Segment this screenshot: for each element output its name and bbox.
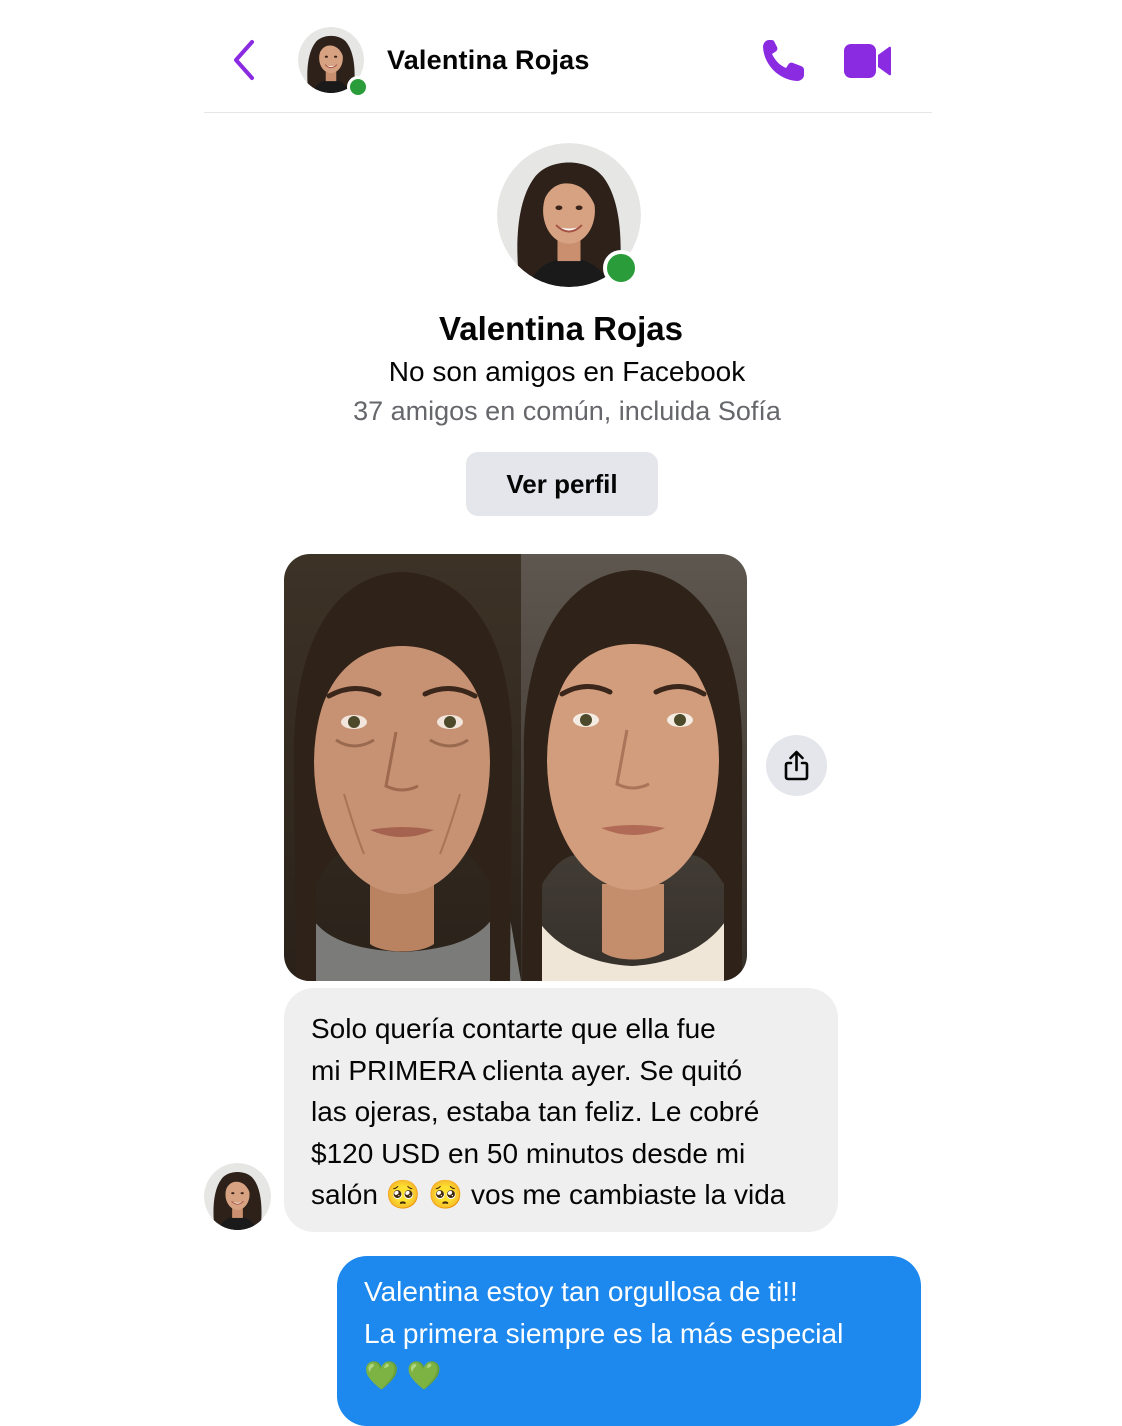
view-profile-button[interactable]: Ver perfil — [466, 452, 658, 516]
sender-avatar[interactable] — [204, 1163, 271, 1230]
message-line: las ojeras, estaba tan feliz. Le cobré — [311, 1096, 760, 1127]
mutual-friends: 37 amigos en común, incluida Sofía — [353, 396, 781, 426]
incoming-message-bubble[interactable]: Solo quería contarte que ella fue mi PRI… — [284, 988, 838, 1232]
message-line: salón 🥺 🥺 vos me cambiaste la vida — [311, 1179, 786, 1210]
outgoing-message-bubble[interactable]: Valentina estoy tan orgullosa de ti!! La… — [337, 1256, 921, 1426]
before-after-photo[interactable] — [284, 554, 747, 981]
online-status-dot — [603, 250, 639, 286]
online-status-dot — [347, 76, 369, 98]
message-line: mi PRIMERA clienta ayer. Se quitó — [311, 1054, 743, 1086]
header-contact-name[interactable]: Valentina Rojas — [387, 45, 590, 76]
friendship-status: No son amigos en Facebook — [388, 356, 746, 387]
message-line: Valentina estoy tan orgullosa de ti!! — [364, 1276, 798, 1307]
chevron-left-icon[interactable] — [230, 38, 260, 82]
message-line: 💚 💚 — [364, 1360, 442, 1391]
message-line: $120 USD en 50 minutos desde mi — [311, 1137, 746, 1169]
share-button[interactable] — [766, 735, 827, 796]
profile-name: Valentina Rojas — [439, 310, 683, 347]
share-icon — [784, 750, 809, 781]
chat-header: Valentina Rojas — [204, 0, 932, 113]
message-line: La primera siempre es la más especial — [364, 1318, 844, 1349]
video-camera-icon[interactable] — [842, 40, 892, 82]
message-line: Solo quería contarte que ella fue — [311, 1013, 716, 1044]
phone-icon[interactable] — [758, 36, 808, 86]
